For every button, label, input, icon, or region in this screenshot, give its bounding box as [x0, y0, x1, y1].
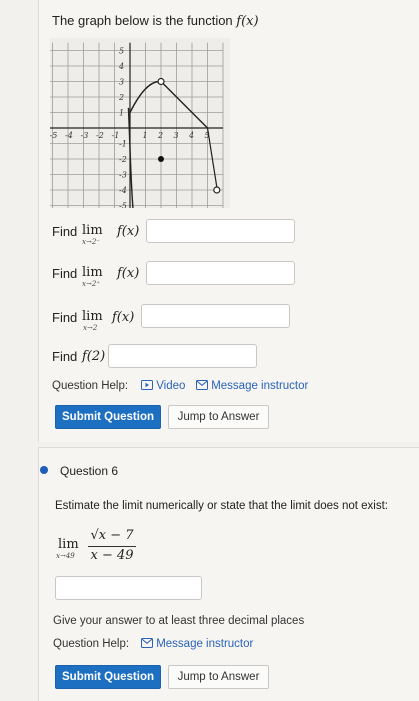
question-intro: The graph below is the function f(x) [52, 13, 259, 29]
q6-answer-input[interactable] [55, 576, 202, 600]
q6-lim: lim [58, 537, 79, 552]
envelope-icon [141, 638, 153, 648]
y-tick-label: 5 [119, 47, 124, 56]
y-tick-label: -4 [119, 186, 127, 195]
part-3-function: f(x) [112, 310, 135, 325]
q6-help-label: Question Help: [53, 638, 130, 650]
x-tick-label: -5 [50, 131, 57, 140]
part-2-lim-subscript: x→2⁺ [82, 280, 100, 288]
question-status-dot [40, 466, 48, 474]
intro-function: f(x) [236, 14, 259, 29]
part-1-lim: lim [82, 223, 103, 238]
part-1-lim-subscript: x→2⁻ [82, 238, 100, 246]
x-tick-label: 3 [174, 131, 179, 140]
part-4-answer-input[interactable] [108, 344, 257, 368]
open-circle-point [157, 77, 165, 86]
part-1-answer-input[interactable] [146, 219, 295, 243]
part-1-find-label: Find [52, 224, 78, 239]
envelope-icon [196, 380, 208, 390]
part-3-lim: lim [82, 309, 103, 324]
y-tick-label: -5 [119, 202, 127, 209]
question-6-title: Question 6 [60, 464, 119, 478]
open-circle-endpoint [213, 186, 221, 194]
x-tick-label: 4 [188, 131, 194, 140]
q6-submit-question-button[interactable]: Submit Question [55, 665, 161, 689]
video-link-label: Video [156, 380, 186, 392]
q6-message-instructor-label: Message instructor [156, 638, 254, 650]
y-tick-label: 3 [119, 78, 124, 87]
jump-to-answer-button[interactable]: Jump to Answer [168, 405, 269, 429]
y-tick-label: -2 [119, 155, 127, 164]
submit-question-button[interactable]: Submit Question [55, 405, 161, 429]
intro-text: The graph below is the function [52, 13, 233, 28]
part-4-find-label: Find [52, 349, 78, 364]
q6-lim-subscript: x→49 [56, 552, 75, 560]
q6-jump-to-answer-button[interactable]: Jump to Answer [168, 665, 269, 689]
q6-numerator: √x − 7 [90, 528, 134, 543]
x-tick-label: 1 [143, 131, 148, 140]
part-2-answer-input[interactable] [146, 261, 295, 285]
part-2-function: f(x) [117, 266, 140, 281]
q6-fraction-bar [88, 546, 136, 547]
y-tick-label: 4 [118, 62, 124, 71]
video-icon [141, 380, 153, 390]
part-4-function: f(2) [82, 349, 106, 364]
function-graph: -5 -4 -3 -2 -1 1 2 3 4 554321-1-2-3-4-5 [50, 38, 230, 208]
q6-decimal-note: Give your answer to at least three decim… [53, 615, 305, 627]
y-tick-label: -1 [119, 140, 127, 149]
part-3-find-label: Find [52, 310, 78, 325]
x-tick-label: 2 [157, 131, 163, 140]
part-2-find-label: Find [52, 266, 78, 281]
part-3-answer-input[interactable] [141, 304, 290, 328]
video-link[interactable]: Video [141, 380, 185, 392]
part-2-lim: lim [82, 265, 103, 280]
x-tick-label: -2 [96, 131, 104, 140]
y-tick-label: 1 [119, 109, 124, 118]
filled-point [158, 156, 164, 162]
x-tick-label: -4 [65, 131, 73, 140]
q6-message-instructor-link[interactable]: Message instructor [141, 638, 253, 650]
y-tick-label: 2 [118, 93, 124, 102]
y-tick-label: -3 [119, 171, 127, 180]
message-instructor-link[interactable]: Message instructor [196, 380, 308, 392]
question-6-instruction: Estimate the limit numerically or state … [55, 500, 388, 512]
part-1-function: f(x) [117, 224, 140, 239]
x-tick-label: -3 [81, 131, 89, 140]
question-help-label: Question Help: [52, 380, 129, 392]
message-instructor-label: Message instructor [211, 380, 309, 392]
part-3-lim-subscript: x→2 [83, 324, 98, 332]
question-6-card [38, 447, 419, 701]
q6-denominator: x − 49 [90, 548, 134, 563]
